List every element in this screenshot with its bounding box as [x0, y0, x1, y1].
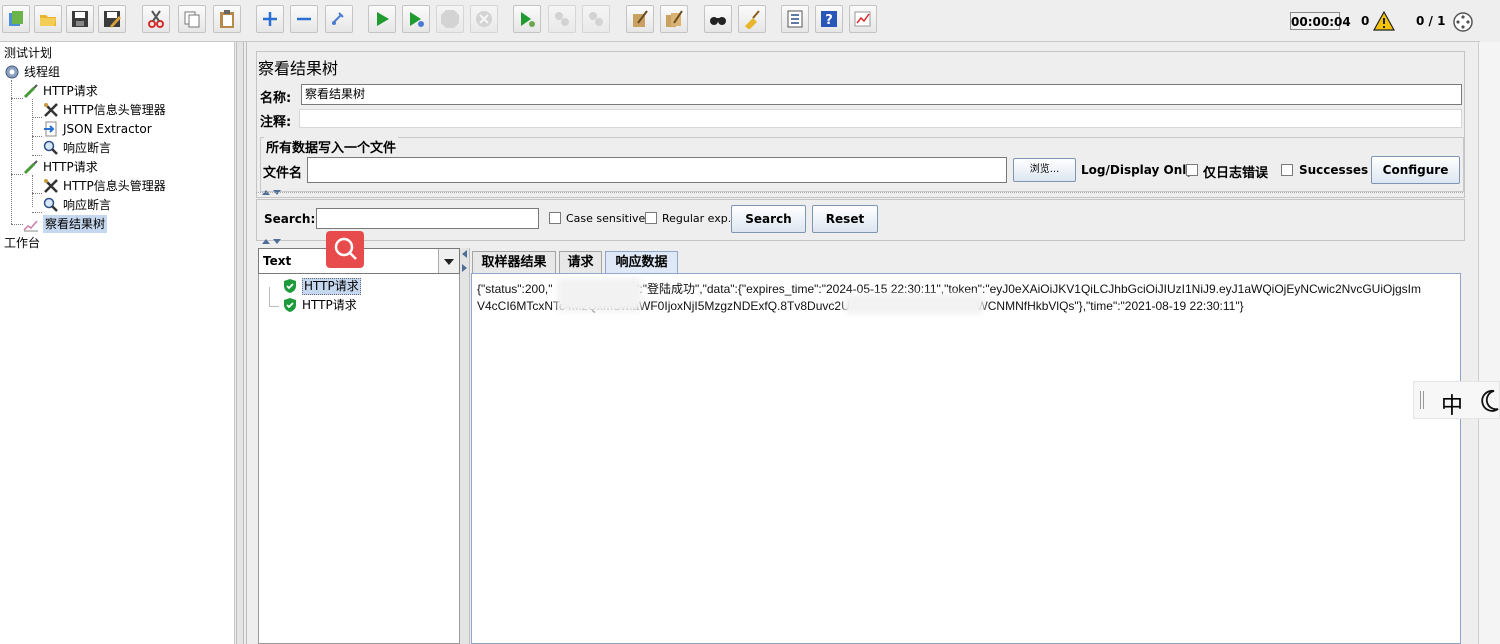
tab-request[interactable]: 请求 — [559, 251, 602, 273]
name-field[interactable]: 察看结果树 — [301, 84, 1462, 105]
help-icon[interactable]: ? — [815, 5, 843, 33]
success-shield-icon — [284, 279, 296, 293]
filename-input[interactable] — [307, 157, 1007, 183]
search-button[interactable]: Search — [731, 205, 806, 233]
case-sensitive-checkbox[interactable] — [549, 212, 561, 224]
svg-text:?: ? — [825, 13, 833, 28]
toolbar: ? 00:00:04 0 0 / 1 — [0, 0, 1480, 42]
successes-checkbox[interactable] — [1281, 164, 1293, 176]
test-plan-tree: 测试计划 线程组 HTTP请求 HTTP信息头管理器 JSON Extracto… — [0, 42, 235, 644]
tools-icon — [44, 179, 58, 193]
name-label: 名称: — [260, 91, 292, 106]
case-sensitive-label: Case sensitive — [566, 212, 646, 225]
log-display-only-label: Log/Display Only: — [1081, 163, 1199, 177]
stop-icon[interactable] — [436, 5, 464, 33]
ime-indicator[interactable]: 中 — [1413, 381, 1500, 419]
magnifier-icon — [43, 197, 58, 212]
remote-stop-icon[interactable] — [548, 5, 576, 33]
ime-language: 中 — [1441, 394, 1464, 419]
active-threads: 0 / 1 — [1416, 14, 1446, 28]
expand-icon[interactable] — [256, 5, 284, 33]
success-shield-icon — [284, 298, 296, 312]
window-scrollbar[interactable] — [1478, 42, 1500, 644]
cut-icon[interactable] — [142, 5, 170, 33]
start-no-pause-icon[interactable] — [402, 5, 430, 33]
browse-button[interactable]: 浏览... — [1013, 158, 1076, 182]
comment-label: 注释: — [260, 115, 292, 130]
chart-icon — [23, 220, 38, 232]
configure-button[interactable]: Configure — [1371, 156, 1460, 184]
errors-only-label: 仅日志错误 — [1203, 166, 1269, 181]
error-count: 0 — [1361, 14, 1370, 28]
paste-icon[interactable] — [213, 5, 241, 33]
redacted-mask-2 — [844, 294, 984, 314]
reset-button[interactable]: Reset — [812, 205, 878, 233]
response-data-area[interactable]: {"status":200," msg":"登陆成功","data":{"exp… — [471, 273, 1461, 644]
redacted-mask-1 — [557, 278, 642, 312]
remote-start-icon[interactable] — [513, 5, 541, 33]
function-helper-icon[interactable] — [781, 5, 809, 33]
save-icon[interactable] — [66, 5, 94, 33]
regex-label: Regular exp. — [662, 212, 732, 225]
collapse-icon[interactable] — [290, 5, 318, 33]
start-icon[interactable] — [368, 5, 396, 33]
successes-label: Successes — [1299, 163, 1369, 177]
errors-only-checkbox[interactable] — [1186, 164, 1198, 176]
clear-all-icon[interactable] — [660, 5, 688, 33]
tab-response-data[interactable]: 响应数据 — [605, 251, 678, 273]
chevron-down-icon[interactable] — [438, 249, 459, 273]
tools-icon — [44, 103, 58, 117]
open-icon[interactable] — [34, 5, 62, 33]
copy-icon[interactable] — [178, 5, 206, 33]
reset-search-icon[interactable] — [738, 5, 766, 33]
new-icon[interactable] — [2, 5, 30, 33]
elapsed-timer: 00:00:04 — [1290, 12, 1351, 30]
save-as-icon[interactable] — [98, 5, 126, 33]
comment-field[interactable] — [299, 109, 1462, 128]
view-results-tree-panel: 察看结果树 名称: 察看结果树 注释: 所有数据写入一个文件 文件名 浏览...… — [246, 42, 1479, 644]
warning-icon[interactable] — [1373, 11, 1395, 31]
tab-sampler-result[interactable]: 取样器结果 — [472, 251, 556, 273]
toggle-icon[interactable] — [325, 5, 353, 33]
clear-icon[interactable] — [626, 5, 654, 33]
moon-icon — [1481, 389, 1499, 412]
search-label: Search: — [264, 212, 316, 226]
remote-shutdown-icon[interactable] — [582, 5, 610, 33]
shutdown-icon[interactable] — [470, 5, 498, 33]
search-input[interactable] — [316, 208, 539, 229]
pipette-icon — [23, 160, 38, 175]
arrow-doc-icon — [44, 121, 57, 137]
magnifier-icon — [43, 140, 58, 155]
tree-splitter[interactable] — [236, 42, 244, 644]
regex-checkbox[interactable] — [645, 212, 657, 224]
results-splitter[interactable] — [460, 248, 470, 644]
search-icon[interactable] — [704, 5, 732, 33]
collapse-arrows-icon-2[interactable] — [261, 238, 283, 245]
gear-icon — [5, 65, 19, 79]
page-title: 察看结果树 — [258, 59, 339, 78]
log-viewer-icon[interactable] — [849, 5, 877, 33]
status-dial-icon — [1453, 12, 1473, 32]
floating-search-icon[interactable] — [326, 231, 364, 268]
filename-label: 文件名 — [263, 166, 303, 181]
file-section-title: 所有数据写入一个文件 — [264, 137, 399, 156]
pipette-icon — [23, 84, 38, 99]
